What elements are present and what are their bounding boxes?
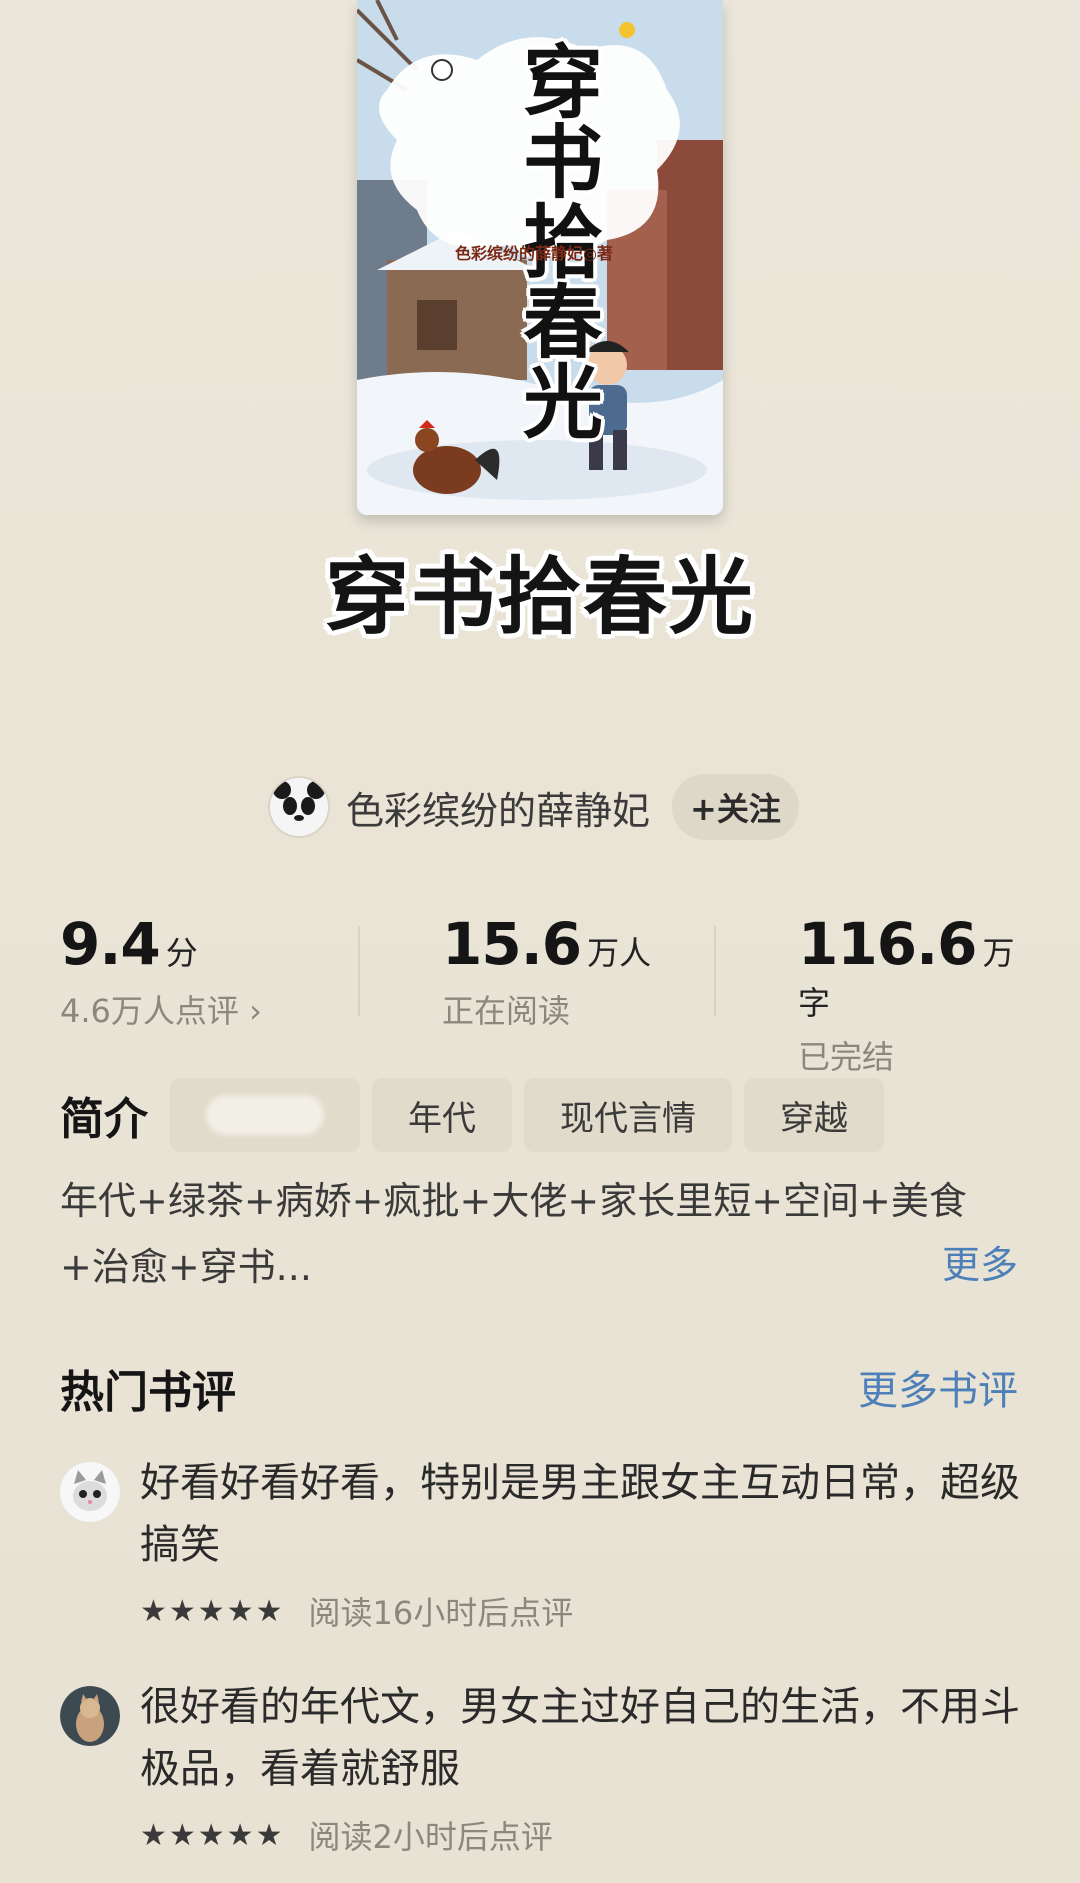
readers-label: 正在阅读 [442, 992, 571, 1030]
panda-avatar-icon[interactable] [270, 778, 328, 836]
intro-more-link[interactable]: 更多 [942, 1234, 1018, 1289]
book-cover[interactable]: 穿书拾春光 色彩缤纷的薛静妃◎著 [357, 0, 723, 515]
book-title: 穿书拾春光 [324, 548, 755, 646]
book-stats: 9.4 分 4.6万人点评 › 15.6 万人 正在阅读 116.6 万字 已完结 [60, 910, 1020, 1076]
tag-modern-romance[interactable]: 现代言情 [524, 1078, 732, 1152]
author-row[interactable]: 色彩缤纷的薛静妃 +关注 [270, 774, 799, 840]
rating-value: 9.4 [60, 910, 161, 978]
review-time: 阅读16小时后点评 [308, 1594, 574, 1632]
intro-label: 简介 [60, 1094, 148, 1145]
readers-value: 15.6 [442, 910, 582, 978]
star-rating-icon: ★★★★★ [140, 1593, 285, 1629]
review-text: 很好看的年代文，男女主过好自己的生活，不用斗极品，看着就舒服 [140, 1684, 1020, 1792]
status-label: 已完结 [798, 1038, 895, 1076]
readers-unit: 万人 [587, 934, 652, 972]
review-item[interactable]: 很好看的年代文，男女主过好自己的生活，不用斗极品，看着就舒服 ★★★★★ 阅读2… [60, 1676, 1020, 1856]
review-time: 阅读2小时后点评 [308, 1818, 553, 1856]
words-stat: 116.6 万字 已完结 [798, 910, 1020, 1078]
review-text: 好看好看好看，特别是男主跟女主互动日常，超级搞笑 [140, 1460, 1020, 1568]
tag-era[interactable]: 年代 [372, 1078, 512, 1152]
review-meta: ★★★★★ 阅读16小时后点评 [140, 1588, 573, 1634]
readers-stat: 15.6 万人 正在阅读 [442, 910, 651, 1032]
rating-stat[interactable]: 9.4 分 4.6万人点评 › [60, 910, 262, 1032]
words-value: 116.6 [798, 910, 977, 978]
tag-hidden[interactable] [170, 1078, 360, 1152]
more-reviews-link[interactable]: 更多书评 [858, 1358, 1018, 1416]
rating-unit: 分 [165, 934, 198, 972]
star-rating-icon: ★★★★★ [140, 1817, 285, 1853]
follow-button[interactable]: +关注 [672, 774, 799, 840]
review-meta: ★★★★★ 阅读2小时后点评 [140, 1812, 553, 1858]
author-name[interactable]: 色彩缤纷的薛静妃 [346, 780, 650, 835]
reviews-title: 热门书评 [60, 1367, 236, 1418]
stat-divider [714, 926, 716, 1016]
rating-count[interactable]: 4.6万人点评 › [60, 986, 262, 1032]
intro-header: 简介 年代 现代言情 穿越 [60, 1078, 896, 1152]
tag-time-travel[interactable]: 穿越 [744, 1078, 884, 1152]
intro-text: 年代+绿茶+病娇+疯批+大佬+家长里短+空间+美食+治愈+穿书... [60, 1179, 967, 1289]
stat-divider [358, 926, 360, 1016]
cat-photo-avatar-icon[interactable] [60, 1686, 120, 1746]
cover-author: 色彩缤纷的薛静妃◎著 [455, 244, 613, 263]
review-item[interactable]: 好看好看好看，特别是男主跟女主互动日常，超级搞笑 ★★★★★ 阅读16小时后点评 [60, 1452, 1020, 1632]
cat-avatar-icon[interactable] [60, 1462, 120, 1522]
